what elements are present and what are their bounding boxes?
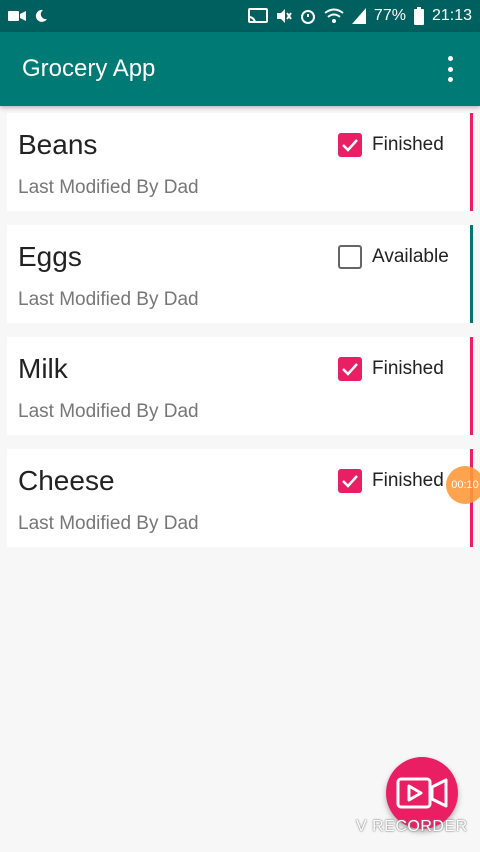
status-bar: 77% 21:13: [0, 0, 480, 32]
status-label: Available: [372, 246, 449, 267]
app-bar: Grocery App: [0, 32, 480, 106]
recorder-timer-bubble[interactable]: 00:10: [446, 466, 480, 504]
item-last-modified: Last Modified By Dad: [18, 513, 199, 534]
checkbox-unchecked-icon[interactable]: [338, 245, 362, 269]
battery-icon: [413, 7, 424, 25]
checkbox-checked-icon[interactable]: [338, 357, 362, 381]
status-toggle[interactable]: Finished: [338, 133, 444, 157]
app-title: Grocery App: [22, 55, 156, 82]
cast-icon: [247, 8, 268, 24]
item-name: Eggs: [18, 241, 82, 272]
wifi-icon: [324, 8, 344, 23]
overflow-menu-icon[interactable]: [440, 56, 460, 82]
item-name: Beans: [18, 129, 98, 160]
status-toggle[interactable]: Available: [338, 245, 449, 269]
alarm-icon: [300, 10, 315, 24]
list-item[interactable]: Cheese Last Modified By Dad Finished: [7, 449, 473, 547]
status-label: Finished: [372, 470, 444, 491]
moon-icon: [35, 9, 47, 22]
clock: 21:13: [431, 7, 472, 24]
status-toggle[interactable]: Finished: [338, 357, 444, 381]
mute-icon: [276, 9, 292, 23]
item-name: Cheese: [18, 465, 115, 496]
status-toggle[interactable]: Finished: [338, 469, 444, 493]
item-name: Milk: [18, 353, 68, 384]
video-camera-icon: [8, 11, 26, 21]
item-last-modified: Last Modified By Dad: [18, 401, 199, 422]
item-last-modified: Last Modified By Dad: [18, 289, 199, 310]
video-recorder-icon: [396, 777, 448, 809]
list-item[interactable]: Eggs Last Modified By Dad Available: [7, 225, 473, 323]
status-label: Finished: [372, 134, 444, 155]
item-last-modified: Last Modified By Dad: [18, 177, 199, 198]
checkbox-checked-icon[interactable]: [338, 133, 362, 157]
status-label: Finished: [372, 358, 444, 379]
battery-percent: 77%: [373, 7, 406, 24]
recorder-watermark: V RECORDER: [356, 818, 468, 835]
grocery-list: Beans Last Modified By Dad Finished Eggs Las…: [7, 113, 473, 561]
signal-icon: [351, 8, 366, 24]
checkbox-checked-icon[interactable]: [338, 469, 362, 493]
list-item[interactable]: Beans Last Modified By Dad Finished: [7, 113, 473, 211]
list-item[interactable]: Milk Last Modified By Dad Finished: [7, 337, 473, 435]
